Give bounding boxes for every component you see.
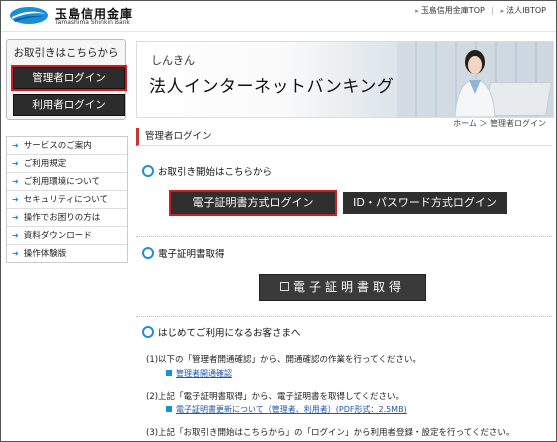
cert-get-label: 電子証明書取得 bbox=[292, 280, 405, 294]
cert-login-button[interactable]: 電子証明書方式ログイン bbox=[171, 192, 335, 214]
sidebar: お取引きはこちらから 管理者ログイン 利用者ログイン ➜ サービスのご案内 ➜ ご利… bbox=[6, 39, 128, 263]
banner: しんきん 法人インターネットバンキング bbox=[136, 41, 554, 118]
sidebar-item-label: 操作でお困りの方は bbox=[23, 213, 101, 223]
banner-subtitle: しんきん bbox=[151, 54, 195, 67]
bank-logo-icon[interactable] bbox=[9, 6, 49, 25]
chevron-right-icon: ➜ bbox=[12, 159, 19, 168]
chevron-right-icon: ➜ bbox=[12, 213, 19, 222]
sidebar-item-security[interactable]: ➜ セキュリティについて bbox=[7, 191, 127, 209]
admin-activation-link[interactable]: 管理者開通確認 bbox=[166, 368, 232, 379]
idpw-login-button[interactable]: ID・パスワード方式ログイン bbox=[343, 192, 507, 214]
banner-title: 法人インターネットバンキング bbox=[149, 77, 395, 97]
site-header: 玉島信用金庫 Tamashima Shinkin Bank ▸ 玉島信用金庫TOP… bbox=[1, 1, 556, 32]
section-heading-first-time: はじめてご利用になるお客さまへ bbox=[142, 325, 301, 339]
step-1-text: (1)以下の「管理者開通確認」から、開通確認の作業を行ってください。 bbox=[146, 355, 421, 365]
circle-bullet-icon bbox=[142, 165, 154, 177]
sidebar-item-help[interactable]: ➜ 操作でお困りの方は bbox=[7, 209, 127, 227]
brand-name-en: Tamashima Shinkin Bank bbox=[55, 19, 130, 26]
browser-page: 玉島信用金庫 Tamashima Shinkin Bank ▸ 玉島信用金庫TOP… bbox=[0, 0, 557, 442]
sidebar-item-label: ご利用環境について bbox=[23, 177, 100, 187]
businesswoman-image bbox=[454, 50, 496, 117]
chevron-right-icon: ➜ bbox=[12, 177, 19, 186]
sidebar-item-label: セキュリティについて bbox=[23, 195, 108, 205]
divider bbox=[136, 236, 552, 237]
divider: | bbox=[491, 6, 495, 15]
admin-login-button[interactable]: 管理者ログイン bbox=[13, 67, 125, 89]
section-heading-start: お取引き開始はこちらから bbox=[142, 164, 272, 178]
login-box: お取引きはこちらから 管理者ログイン 利用者ログイン bbox=[6, 39, 126, 120]
document-icon bbox=[279, 282, 289, 291]
sidebar-item-download[interactable]: ➜ 資料ダウンロード bbox=[7, 227, 127, 245]
step-2-text: (2)上記「電子証明書取得」から、電子証明書を取得してください。 bbox=[146, 392, 405, 402]
step-3-text: (3)上記「お取引き開始はこちらから」の「ログイン」から利用者登録・設定を行って… bbox=[146, 428, 515, 438]
sidebar-item-label: 資料ダウンロード bbox=[23, 231, 92, 241]
chevron-right-icon: ➜ bbox=[12, 231, 19, 240]
page-title: 管理者ログイン bbox=[136, 128, 552, 146]
circle-bullet-icon bbox=[142, 247, 154, 259]
sidebar-item-demo[interactable]: ➜ 操作体験版 bbox=[7, 245, 127, 262]
link-bank-top[interactable]: 玉島信用金庫TOP bbox=[421, 6, 485, 15]
section-label: はじめてご利用になるお客さまへ bbox=[158, 328, 301, 339]
section-label: 電子証明書取得 bbox=[158, 249, 225, 260]
cert-get-button[interactable]: 電子証明書取得 bbox=[259, 274, 426, 301]
user-login-button[interactable]: 利用者ログイン bbox=[13, 94, 125, 116]
section-label: お取引き開始はこちらから bbox=[158, 167, 273, 178]
top-links: ▸ 玉島信用金庫TOP | ▸ 法人IBTOP bbox=[415, 5, 546, 16]
sidebar-item-label: サービスのご案内 bbox=[23, 141, 92, 151]
sidebar-item-label: 操作体験版 bbox=[23, 249, 67, 259]
sidebar-item-service[interactable]: ➜ サービスのご案内 bbox=[7, 137, 127, 155]
sidebar-menu: ➜ サービスのご案内 ➜ ご利用規定 ➜ ご利用環境について ➜ セキュリティについて … bbox=[6, 136, 128, 263]
link-label: 管理者開通確認 bbox=[176, 369, 232, 378]
arrow-icon: ▸ bbox=[500, 7, 505, 15]
login-box-title: お取引きはこちらから bbox=[13, 47, 119, 59]
link-label: 電子証明書更新について（管理者、利用者）(PDF形式：2.5MB) bbox=[176, 405, 407, 414]
link-bullet-icon bbox=[166, 406, 172, 412]
section-heading-cert: 電子証明書取得 bbox=[142, 246, 225, 260]
link-ib-top[interactable]: 法人IBTOP bbox=[506, 6, 546, 15]
divider bbox=[136, 316, 552, 317]
circle-bullet-icon bbox=[142, 326, 154, 338]
sidebar-item-label: ご利用規定 bbox=[23, 159, 67, 169]
sidebar-item-environment[interactable]: ➜ ご利用環境について bbox=[7, 173, 127, 191]
chevron-right-icon: ➜ bbox=[12, 249, 19, 258]
chevron-right-icon: ➜ bbox=[12, 141, 19, 150]
chevron-right-icon: ➜ bbox=[12, 195, 19, 204]
arrow-icon: ▸ bbox=[415, 7, 419, 15]
sidebar-item-terms[interactable]: ➜ ご利用規定 bbox=[7, 155, 127, 173]
cert-renewal-pdf-link[interactable]: 電子証明書更新について（管理者、利用者）(PDF形式：2.5MB) bbox=[166, 404, 407, 415]
link-bullet-icon bbox=[166, 370, 172, 376]
